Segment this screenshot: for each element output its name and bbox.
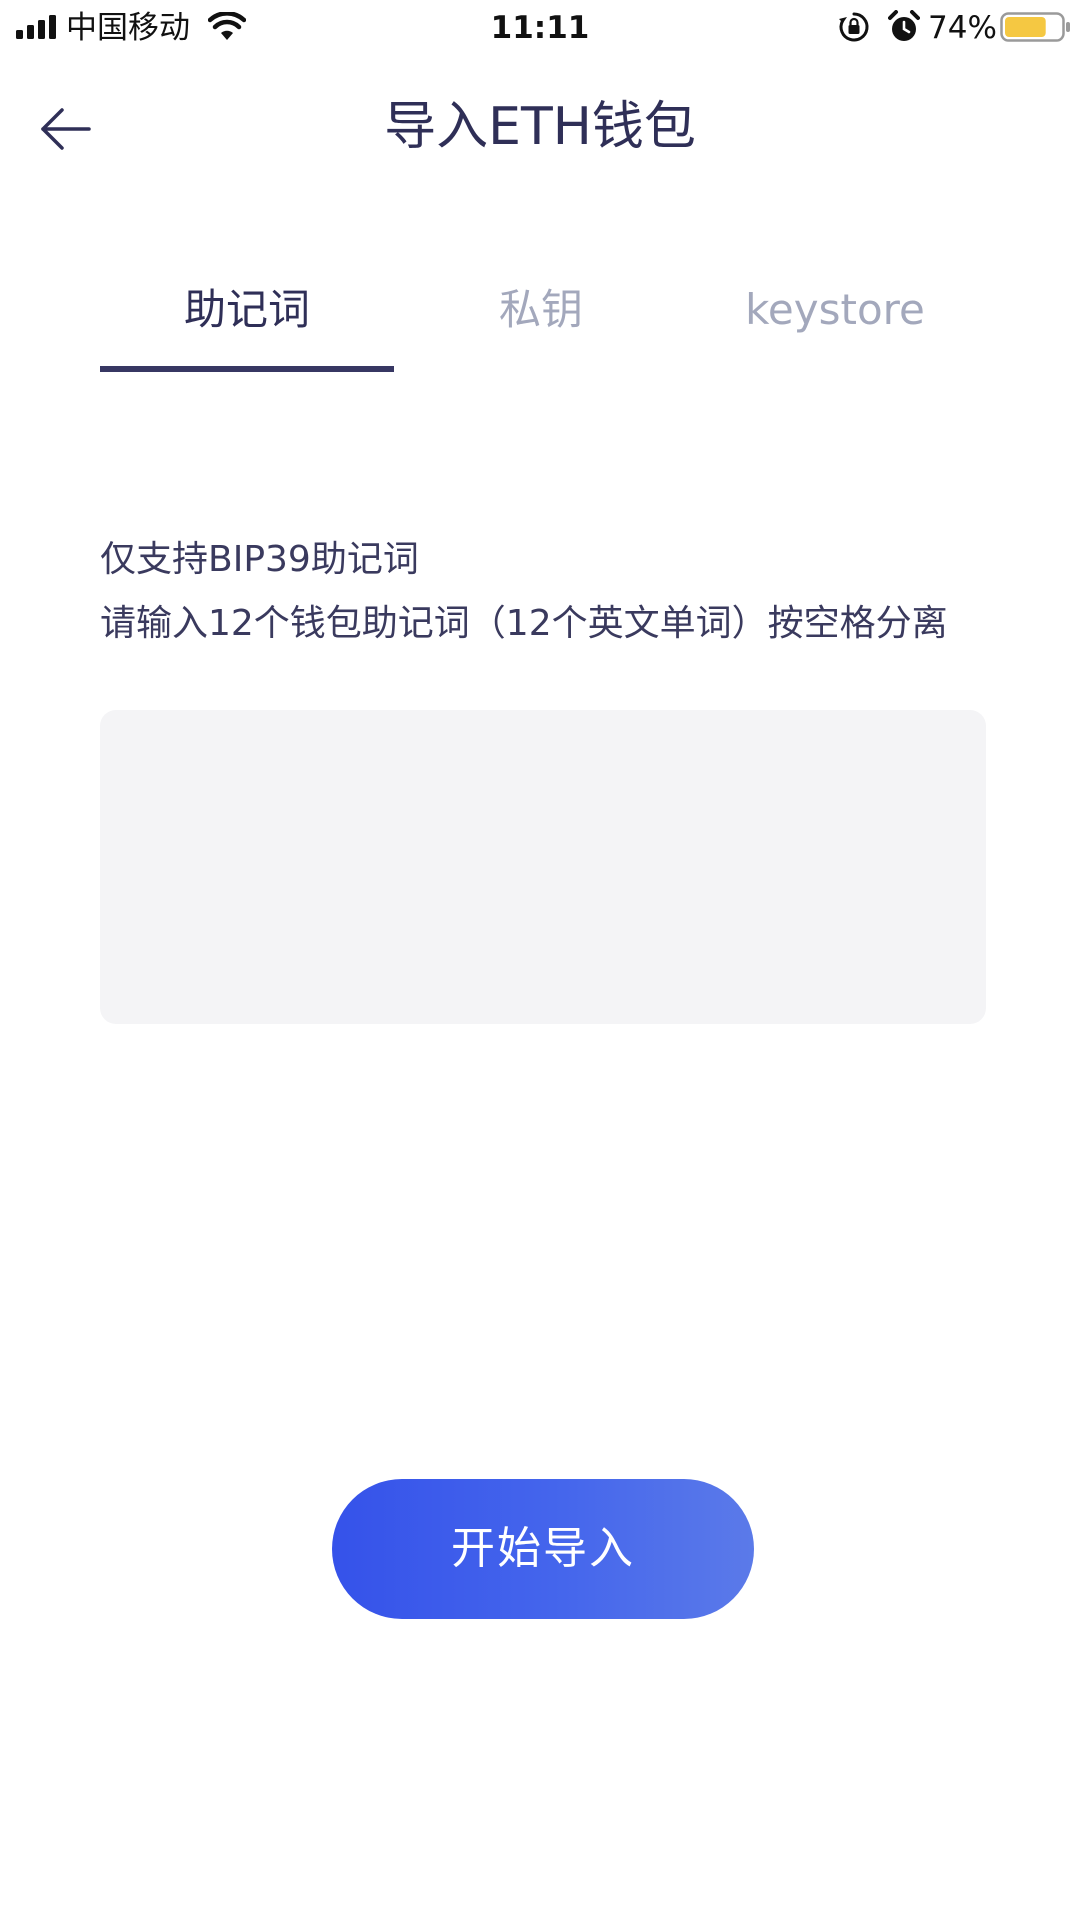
import-method-tabs: 助记词 私钥 keystore <box>100 270 982 374</box>
mnemonic-input[interactable] <box>100 710 986 1024</box>
mnemonic-instruction: 请输入12个钱包助记词（12个英文单词）按空格分离 <box>100 603 948 644</box>
start-import-label: 开始导入 <box>451 1523 635 1574</box>
tab-private-key[interactable]: 私钥 <box>394 270 688 370</box>
status-bar: 中国移动 11:11 74% <box>0 0 1080 56</box>
alarm-icon <box>888 10 920 41</box>
battery-icon <box>1000 12 1070 42</box>
bip39-support-note: 仅支持BIP39助记词 <box>100 539 419 580</box>
tab-keystore[interactable]: keystore <box>688 270 982 370</box>
active-tab-indicator <box>100 366 394 372</box>
page-title: 导入ETH钱包 <box>384 97 696 157</box>
rotation-lock-icon <box>839 12 869 42</box>
tab-mnemonic[interactable]: 助记词 <box>100 270 394 370</box>
start-import-button[interactable]: 开始导入 <box>332 1479 754 1619</box>
battery-percent: 74% <box>928 10 997 46</box>
